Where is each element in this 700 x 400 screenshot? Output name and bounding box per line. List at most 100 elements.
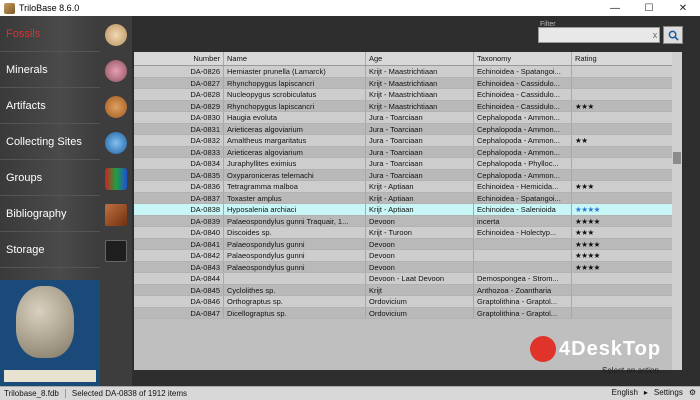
- cell-age: Jura - Toarciaan: [366, 158, 474, 169]
- cell-number: DA-0829: [134, 100, 224, 111]
- cell-taxonomy: Cephalopoda - Phylloc...: [474, 158, 572, 169]
- table-row[interactable]: DA-0834 Juraphyllites eximius Jura - Toarc…: [134, 158, 682, 170]
- folders-icon[interactable]: [105, 168, 127, 190]
- vertical-scrollbar[interactable]: [672, 52, 682, 370]
- cell-number: DA-0843: [134, 261, 224, 272]
- cell-rating: [572, 123, 682, 134]
- cell-taxonomy: Graptolithina - Graptol...: [474, 296, 572, 307]
- watermark: 4DeskTop: [530, 336, 661, 362]
- close-button[interactable]: ✕: [666, 0, 700, 16]
- storage-icon[interactable]: [105, 240, 127, 262]
- nav-fossils[interactable]: Fossils: [0, 16, 100, 52]
- cell-taxonomy: Echinoidea - Spatangoi...: [474, 192, 572, 203]
- cell-rating: ★★★: [572, 227, 682, 238]
- cell-number: DA-0833: [134, 146, 224, 157]
- table-row[interactable]: DA-0842 Palaeospondylus gunni Devoon ★★★★: [134, 250, 682, 262]
- maximize-button[interactable]: ☐: [632, 0, 666, 16]
- table-row[interactable]: DA-0833 Arieticeras algoviarium Jura - Toa…: [134, 146, 682, 158]
- table-header: Number Name Age Taxonomy Rating: [134, 52, 682, 66]
- title-bar: TriloBase 8.6.0 — ☐ ✕: [0, 0, 700, 16]
- nav-collecting-sites[interactable]: Collecting Sites: [0, 124, 100, 160]
- cell-name: Hyposalenia archiaci: [224, 204, 366, 215]
- nav-bibliography[interactable]: Bibliography: [0, 196, 100, 232]
- cell-number: DA-0841: [134, 238, 224, 249]
- cell-taxonomy: Echinoidea - Spatangoi...: [474, 66, 572, 77]
- table-row[interactable]: DA-0831 Arieticeras algoviarium Jura - Toa…: [134, 123, 682, 135]
- column-rating[interactable]: Rating: [572, 52, 682, 65]
- table-row[interactable]: DA-0830 Haugia evoluta Jura - Toarciaan Cep…: [134, 112, 682, 124]
- nav-artifacts[interactable]: Artifacts: [0, 88, 100, 124]
- language-selector[interactable]: English: [612, 388, 638, 397]
- table-row[interactable]: DA-0828 Nucleopygus scrobiculatus Krijt - …: [134, 89, 682, 101]
- cell-age: Devoon: [366, 215, 474, 226]
- shell-icon[interactable]: [105, 24, 127, 46]
- watermark-text: 4DeskTop: [559, 337, 662, 360]
- settings-button[interactable]: Settings: [654, 388, 683, 397]
- cell-name: Orthograptus sp.: [224, 296, 366, 307]
- action-dropdown[interactable]: Select an action...: [602, 366, 666, 375]
- table-row[interactable]: DA-0827 Rhynchopygus lapiscancri Krijt - M…: [134, 77, 682, 89]
- cell-taxonomy: [474, 261, 572, 272]
- cell-taxonomy: [474, 238, 572, 249]
- search-icon: [668, 30, 679, 41]
- cell-rating: ★★★★: [572, 238, 682, 249]
- cell-age: Krijt - Maastrichtiaan: [366, 100, 474, 111]
- column-age[interactable]: Age: [366, 52, 474, 65]
- cell-taxonomy: incerta: [474, 215, 572, 226]
- column-name[interactable]: Name: [224, 52, 366, 65]
- status-bar: Trilobase_8.fdb Selected DA-0838 of 1912…: [0, 386, 700, 400]
- table-row[interactable]: DA-0841 Palaeospondylus gunni Devoon ★★★★: [134, 238, 682, 250]
- specimen-thumbnail[interactable]: [0, 280, 100, 386]
- table-row[interactable]: DA-0844 Devoon - Laat Devoon Demospongea -…: [134, 273, 682, 285]
- minimize-button[interactable]: —: [598, 0, 632, 16]
- cell-number: DA-0832: [134, 135, 224, 146]
- table-row[interactable]: DA-0832 Amaltheus margaritatus Jura - Toar…: [134, 135, 682, 147]
- table-row[interactable]: DA-0847 Dicellograptus sp. Ordovicium Grapt…: [134, 307, 682, 319]
- table-row[interactable]: DA-0843 Palaeospondylus gunni Devoon ★★★★: [134, 261, 682, 273]
- cell-taxonomy: Echinoidea - Cassidulo...: [474, 89, 572, 100]
- cell-number: DA-0831: [134, 123, 224, 134]
- cell-rating: ★★★★: [572, 215, 682, 226]
- gear-icon[interactable]: ⚙: [689, 388, 696, 397]
- search-button[interactable]: [663, 26, 683, 44]
- icon-strip: [100, 16, 132, 386]
- cell-rating: ★★★★: [572, 261, 682, 272]
- cell-rating: [572, 158, 682, 169]
- table-row[interactable]: DA-0836 Tetragramma malboa Krijt - Aptiaan…: [134, 181, 682, 193]
- scrollbar-thumb[interactable]: [673, 152, 681, 164]
- table-row[interactable]: DA-0846 Orthograptus sp. Ordovicium Graptol…: [134, 296, 682, 308]
- cell-taxonomy: Cephalopoda - Ammon...: [474, 135, 572, 146]
- cell-name: Palaeospondylus gunni Traquair, 1...: [224, 215, 366, 226]
- cell-age: Krijt: [366, 284, 474, 295]
- clear-filter-button[interactable]: x: [650, 29, 660, 41]
- cell-age: Krijt - Aptiaan: [366, 181, 474, 192]
- pottery-icon[interactable]: [105, 96, 127, 118]
- column-taxonomy[interactable]: Taxonomy: [474, 52, 572, 65]
- table-row[interactable]: DA-0835 Oxyparoniceras telemachi Jura - To…: [134, 169, 682, 181]
- globe-icon[interactable]: [105, 132, 127, 154]
- filter-input[interactable]: [538, 27, 660, 43]
- nav-storage[interactable]: Storage: [0, 232, 100, 268]
- cell-name: Cyclolithes sp.: [224, 284, 366, 295]
- cell-number: DA-0835: [134, 169, 224, 180]
- nav-groups[interactable]: Groups: [0, 160, 100, 196]
- cell-age: Jura - Toarciaan: [366, 169, 474, 180]
- table-row[interactable]: DA-0840 Discoides sp. Krijt - Turoon Echino…: [134, 227, 682, 239]
- table-row[interactable]: DA-0826 Hemiaster prunella (Lamarck) Krijt…: [134, 66, 682, 78]
- table-row[interactable]: DA-0845 Cyclolithes sp. Krijt Anthozoa - Zo…: [134, 284, 682, 296]
- cell-rating: [572, 273, 682, 284]
- fossil-image: [16, 286, 74, 358]
- mineral-icon[interactable]: [105, 60, 127, 82]
- table-row[interactable]: DA-0829 Rhynchopygus lapiscancri Krijt - M…: [134, 100, 682, 112]
- cell-name: Palaeospondylus gunni: [224, 238, 366, 249]
- cell-taxonomy: Echinoidea - Hemicida...: [474, 181, 572, 192]
- column-number[interactable]: Number: [134, 52, 224, 65]
- cell-rating: ★★★★: [572, 204, 682, 215]
- book-icon[interactable]: [105, 204, 127, 226]
- ruler-image: [4, 370, 96, 382]
- table-row-selected[interactable]: DA-0838 Hyposalenia archiaci Krijt - Aptia…: [134, 204, 682, 216]
- nav-minerals[interactable]: Minerals: [0, 52, 100, 88]
- cell-number: DA-0845: [134, 284, 224, 295]
- table-row[interactable]: DA-0837 Toxaster amplus Krijt - Aptiaan Ech…: [134, 192, 682, 204]
- table-row[interactable]: DA-0839 Palaeospondylus gunni Traquair, 1…: [134, 215, 682, 227]
